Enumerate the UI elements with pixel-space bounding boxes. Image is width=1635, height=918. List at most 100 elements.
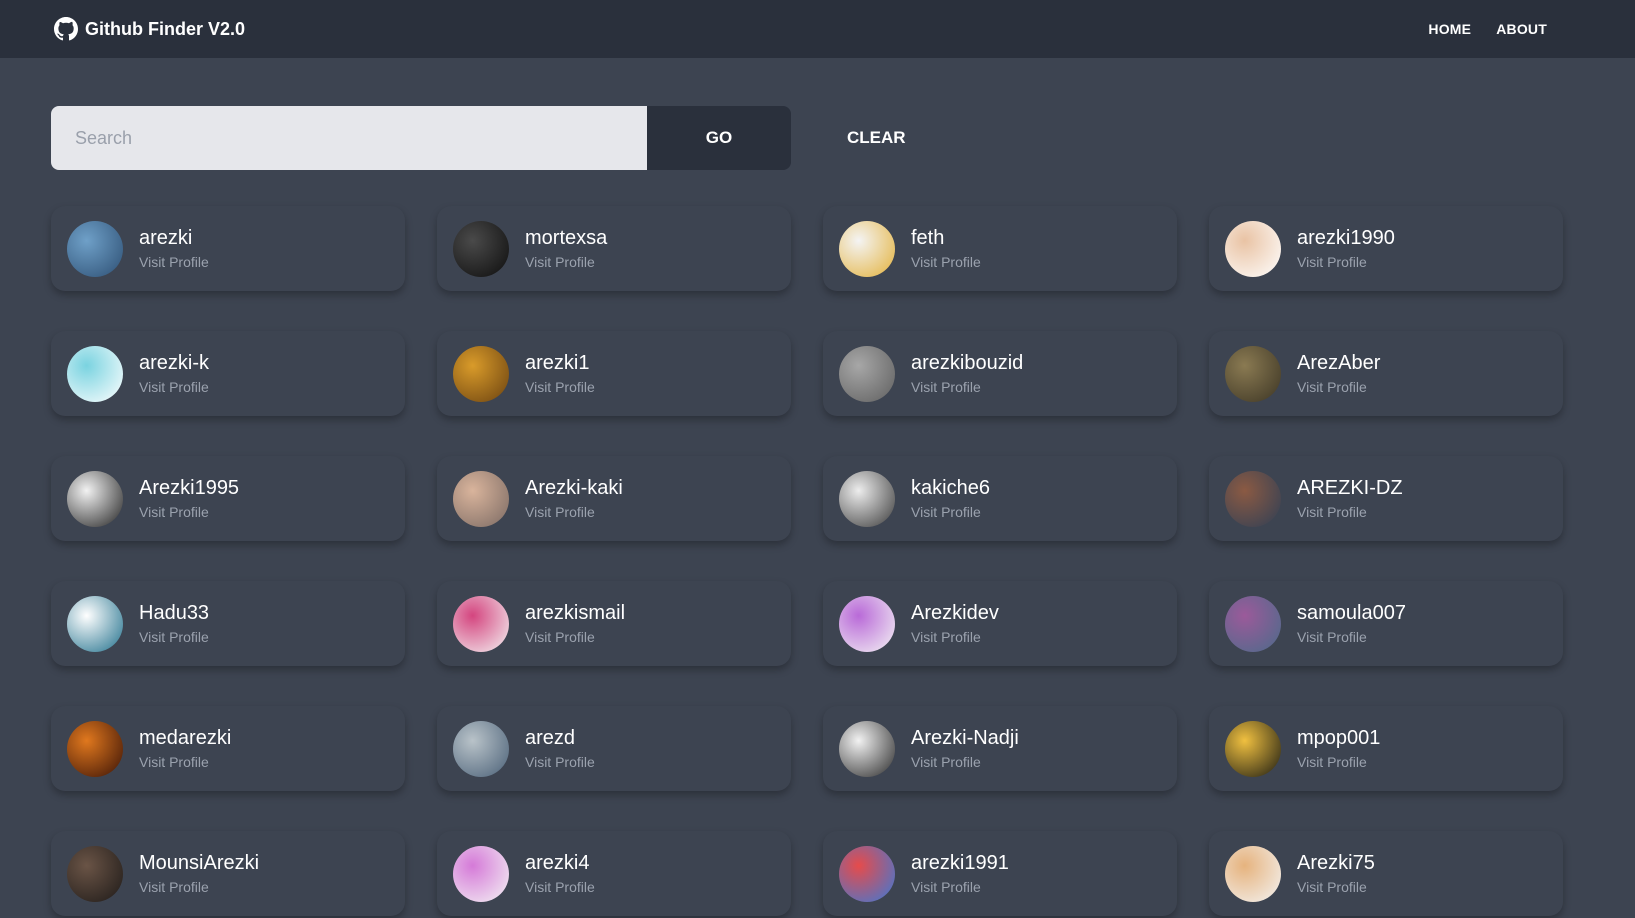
navbar: Github Finder V2.0 HOME ABOUT <box>0 0 1635 58</box>
avatar <box>1225 845 1281 902</box>
user-card-text: arezki Visit Profile <box>139 226 209 271</box>
visit-profile-link[interactable]: Visit Profile <box>139 379 209 396</box>
search-bar: GO CLEAR <box>51 106 918 170</box>
visit-profile-link[interactable]: Visit Profile <box>139 254 209 271</box>
user-card[interactable]: medarezki Visit Profile <box>51 706 405 791</box>
username: Arezkidev <box>911 602 999 624</box>
user-card[interactable]: arezki Visit Profile <box>51 206 405 291</box>
avatar <box>67 595 123 652</box>
search-input[interactable] <box>51 106 647 170</box>
avatar <box>839 345 895 402</box>
avatar <box>453 345 509 402</box>
avatar <box>67 220 123 277</box>
visit-profile-link[interactable]: Visit Profile <box>139 629 209 646</box>
visit-profile-link[interactable]: Visit Profile <box>139 754 231 771</box>
visit-profile-link[interactable]: Visit Profile <box>911 254 981 271</box>
username: MounsiArezki <box>139 852 260 874</box>
user-card[interactable]: MounsiArezki Visit Profile <box>51 831 405 916</box>
user-card[interactable]: samoula007 Visit Profile <box>1209 581 1563 666</box>
user-card-text: medarezki Visit Profile <box>139 726 231 771</box>
github-icon <box>54 17 78 41</box>
visit-profile-link[interactable]: Visit Profile <box>525 629 625 646</box>
go-button[interactable]: GO <box>647 106 791 170</box>
visit-profile-link[interactable]: Visit Profile <box>911 504 990 521</box>
user-card[interactable]: Arezkidev Visit Profile <box>823 581 1177 666</box>
avatar <box>1225 720 1281 777</box>
user-card[interactable]: kakiche6 Visit Profile <box>823 456 1177 541</box>
visit-profile-link[interactable]: Visit Profile <box>1297 379 1380 396</box>
username: arezki-k <box>139 352 210 374</box>
avatar <box>839 720 895 777</box>
avatar <box>67 720 123 777</box>
username: medarezki <box>139 727 232 749</box>
user-card-text: Arezki1995 Visit Profile <box>139 476 239 521</box>
user-card-text: Arezki-Nadji Visit Profile <box>911 726 1019 771</box>
user-card[interactable]: Arezki75 Visit Profile <box>1209 831 1563 916</box>
visit-profile-link[interactable]: Visit Profile <box>1297 504 1403 521</box>
visit-profile-link[interactable]: Visit Profile <box>139 879 259 896</box>
visit-profile-link[interactable]: Visit Profile <box>911 379 1023 396</box>
search-group: GO <box>51 106 791 170</box>
user-card-text: kakiche6 Visit Profile <box>911 476 990 521</box>
user-card-text: samoula007 Visit Profile <box>1297 601 1406 646</box>
visit-profile-link[interactable]: Visit Profile <box>1297 879 1375 896</box>
clear-button[interactable]: CLEAR <box>835 106 918 170</box>
visit-profile-link[interactable]: Visit Profile <box>1297 754 1380 771</box>
user-card[interactable]: arezki1990 Visit Profile <box>1209 206 1563 291</box>
username: kakiche6 <box>911 477 990 499</box>
user-card[interactable]: arezki4 Visit Profile <box>437 831 791 916</box>
visit-profile-link[interactable]: Visit Profile <box>911 754 1019 771</box>
username: Arezki1995 <box>139 477 240 499</box>
user-card-text: Hadu33 Visit Profile <box>139 601 209 646</box>
brand-link[interactable]: Github Finder V2.0 <box>54 0 245 58</box>
user-card[interactable]: Arezki-Nadji Visit Profile <box>823 706 1177 791</box>
user-card[interactable]: arezd Visit Profile <box>437 706 791 791</box>
user-card[interactable]: Arezki-kaki Visit Profile <box>437 456 791 541</box>
username: arezki1 <box>525 352 590 374</box>
avatar <box>1225 220 1281 277</box>
user-card[interactable]: feth Visit Profile <box>823 206 1177 291</box>
username: arezki <box>139 227 193 249</box>
user-card-text: Arezki-kaki Visit Profile <box>525 476 623 521</box>
nav-links: HOME ABOUT <box>1428 0 1547 58</box>
user-card-text: arezki1990 Visit Profile <box>1297 226 1395 271</box>
user-card[interactable]: arezki1 Visit Profile <box>437 331 791 416</box>
visit-profile-link[interactable]: Visit Profile <box>911 629 999 646</box>
username: samoula007 <box>1297 602 1406 624</box>
visit-profile-link[interactable]: Visit Profile <box>1297 629 1406 646</box>
user-card-text: Arezki75 Visit Profile <box>1297 851 1375 896</box>
nav-home-link[interactable]: HOME <box>1428 21 1471 37</box>
visit-profile-link[interactable]: Visit Profile <box>525 254 607 271</box>
user-card[interactable]: Hadu33 Visit Profile <box>51 581 405 666</box>
username: arezkismail <box>525 602 626 624</box>
user-card[interactable]: Arezki1995 Visit Profile <box>51 456 405 541</box>
visit-profile-link[interactable]: Visit Profile <box>525 504 623 521</box>
visit-profile-link[interactable]: Visit Profile <box>525 379 595 396</box>
visit-profile-link[interactable]: Visit Profile <box>911 879 1009 896</box>
user-card[interactable]: mpop001 Visit Profile <box>1209 706 1563 791</box>
visit-profile-link[interactable]: Visit Profile <box>525 879 595 896</box>
user-card[interactable]: mortexsa Visit Profile <box>437 206 791 291</box>
username: Arezki-kaki <box>525 477 623 499</box>
user-card[interactable]: arezkismail Visit Profile <box>437 581 791 666</box>
user-card-text: ArezAber Visit Profile <box>1297 351 1380 396</box>
username: arezki4 <box>525 852 590 874</box>
user-card-text: arezki-k Visit Profile <box>139 351 209 396</box>
visit-profile-link[interactable]: Visit Profile <box>139 504 239 521</box>
user-card[interactable]: arezki-k Visit Profile <box>51 331 405 416</box>
username: arezki1991 <box>911 852 1009 874</box>
user-card[interactable]: arezkibouzid Visit Profile <box>823 331 1177 416</box>
avatar <box>1225 470 1281 527</box>
user-card[interactable]: ArezAber Visit Profile <box>1209 331 1563 416</box>
user-card-text: arezd Visit Profile <box>525 726 595 771</box>
user-card[interactable]: arezki1991 Visit Profile <box>823 831 1177 916</box>
visit-profile-link[interactable]: Visit Profile <box>525 754 595 771</box>
user-card[interactable]: AREZKI-DZ Visit Profile <box>1209 456 1563 541</box>
username: mpop001 <box>1297 727 1381 749</box>
visit-profile-link[interactable]: Visit Profile <box>1297 254 1395 271</box>
avatar <box>67 470 123 527</box>
nav-about-link[interactable]: ABOUT <box>1496 21 1547 37</box>
username: Arezki75 <box>1297 852 1375 874</box>
avatar <box>839 595 895 652</box>
avatar <box>453 220 509 277</box>
